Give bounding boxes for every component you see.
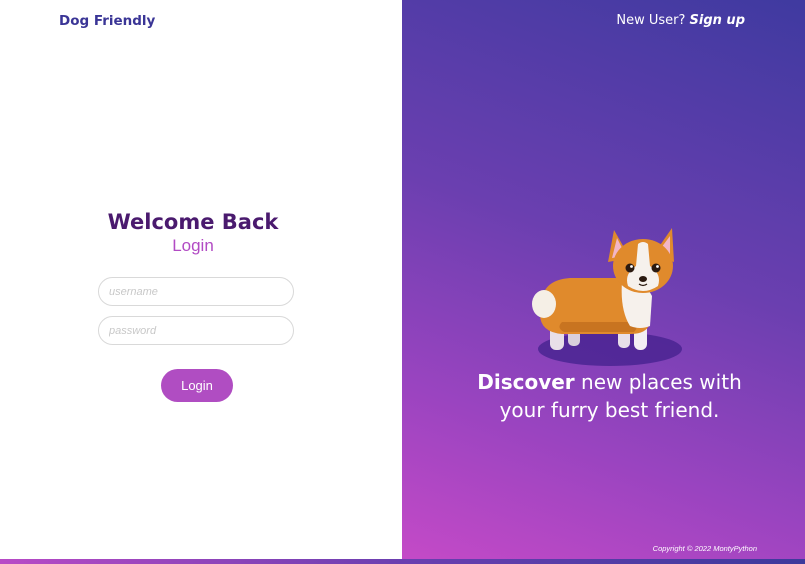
tagline-line1: new places with (574, 370, 742, 394)
copyright-text: Copyright © 2022 MontyPython (652, 544, 757, 553)
login-panel: Dog Friendly Welcome Back Login Login (0, 0, 402, 559)
tagline-bold: Discover (477, 370, 575, 394)
new-user-prompt: New User? Sign up (616, 13, 745, 28)
brand-logo[interactable]: Dog Friendly (59, 13, 155, 29)
hero-panel: New User? Sign up Discover new places wi… (402, 0, 805, 559)
new-user-text: New User? (616, 13, 686, 28)
password-input[interactable] (98, 316, 294, 345)
bottom-gradient-strip (0, 559, 805, 564)
hero-tagline: Discover new places with your furry best… (402, 368, 805, 424)
username-input[interactable] (98, 277, 294, 306)
signup-link[interactable]: Sign up (690, 13, 745, 28)
page: Dog Friendly Welcome Back Login Login Ne… (0, 0, 805, 564)
tagline-line2: your furry best friend. (499, 398, 720, 422)
login-subtitle: Login (172, 236, 214, 255)
welcome-heading: Welcome Back (107, 210, 279, 234)
login-button[interactable]: Login (161, 369, 233, 402)
corgi-illustration (532, 228, 682, 366)
